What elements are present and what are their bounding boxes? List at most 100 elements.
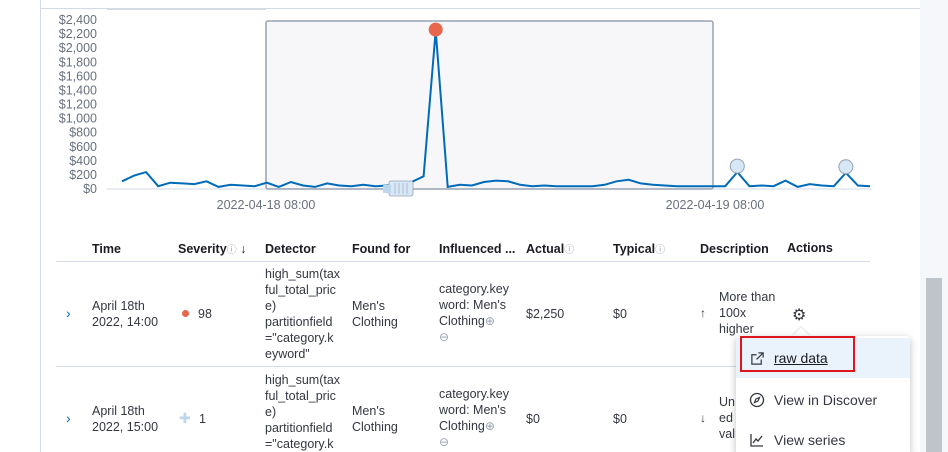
row-time: April 18th 2022, 15:00 [92, 403, 158, 435]
header-typical-label: Typical [613, 242, 656, 256]
expand-row-icon[interactable]: › [66, 305, 71, 321]
expand-row-icon[interactable]: › [66, 410, 71, 426]
gear-icon[interactable]: ⚙ [792, 305, 806, 325]
row-detector-line: high_sum(tax [265, 267, 341, 281]
row-influenced-line: word: Men's [439, 403, 506, 417]
row-found-for-line: Clothing [352, 420, 398, 434]
row-severity: 1 [199, 412, 206, 426]
scrollbar-thumb[interactable] [926, 278, 942, 452]
filter-remove-icon[interactable]: ⊖ [439, 330, 449, 344]
header-actions: Actions [787, 235, 833, 261]
row-detector-line: partitionfield [265, 421, 333, 435]
row-influenced-line: Clothing [439, 419, 485, 433]
row-description-line: val [719, 427, 735, 441]
info-icon: ⓘ [655, 245, 666, 256]
menu-item-view-series[interactable]: View series [736, 420, 910, 452]
header-description[interactable]: Description [700, 236, 769, 262]
header-time[interactable]: Time [92, 236, 121, 262]
row-detector-line: ful_total_pric [265, 389, 336, 403]
severity-critical-icon [182, 310, 189, 317]
header-time-label: Time [92, 242, 121, 256]
row-detector-line: partitionfield [265, 315, 333, 329]
x-tick-label: 2022-04-19 08:00 [666, 198, 765, 212]
sort-down-icon[interactable]: ↓ [240, 242, 246, 256]
y-tick-label: $1,000 [59, 112, 97, 126]
row-description-line: More than [719, 290, 776, 304]
header-description-label: Description [700, 242, 769, 256]
row-description: More than 100x higher [719, 289, 775, 337]
row-time-date: April 18th [92, 299, 145, 313]
filter-add-icon[interactable]: ⊕ [485, 314, 495, 328]
row-time-hour: 2022, 15:00 [92, 420, 159, 434]
row-influenced-line: Clothing [439, 314, 485, 328]
brush-selection[interactable] [265, 20, 714, 190]
menu-item-label: View series [774, 432, 846, 448]
header-influenced-label: Influenced ... [439, 242, 516, 256]
header-severity[interactable]: Severityⓘ ↓ [178, 236, 246, 262]
row-description-line: higher [719, 322, 754, 336]
row-detector-line: high_sum(tax [265, 373, 341, 387]
y-tick-label: $400 [69, 154, 97, 168]
y-axis: $2,400$2,200$2,000$1,800$1,600$1,400$1,2… [59, 13, 97, 196]
row-actual: $2,250 [526, 307, 565, 321]
row-description-line: Un [719, 395, 735, 409]
row-severity: 98 [198, 307, 212, 321]
header-influenced[interactable]: Influenced ... [439, 236, 515, 262]
row-time-hour: 2022, 14:00 [92, 315, 159, 329]
compass-icon [748, 391, 766, 409]
y-tick-label: $1,400 [59, 83, 97, 97]
y-tick-label: $1,200 [59, 98, 97, 112]
row-influenced-line: category.key [439, 282, 509, 296]
highlight-box [740, 336, 855, 372]
header-actual[interactable]: Actualⓘ [526, 236, 574, 262]
arrow-up-icon: ↑ [700, 306, 706, 320]
row-found-for: Men's Clothing [352, 403, 398, 435]
info-icon: ⓘ [226, 245, 237, 256]
y-tick-label: $1,800 [59, 55, 97, 69]
severity-low-icon: ✚ [179, 410, 191, 426]
row-found-for-line: Men's [352, 404, 385, 418]
row-detector: high_sum(tax ful_total_pric e) partition… [265, 266, 340, 362]
header-typical[interactable]: Typicalⓘ [613, 236, 665, 262]
row-found-for: Men's Clothing [352, 298, 398, 330]
header-detector-label: Detector [265, 242, 316, 256]
row-typical: $0 [613, 412, 627, 426]
header-actual-label: Actual [526, 242, 565, 256]
anomaly-marker-critical[interactable] [428, 22, 443, 37]
y-tick-label: $2,400 [59, 13, 97, 27]
header-severity-label: Severity [178, 242, 227, 256]
row-actual: $0 [526, 412, 540, 426]
x-axis-ticks: 2022-04-18 08:00 2022-04-19 08:00 [217, 198, 765, 212]
header-detector[interactable]: Detector [265, 236, 316, 262]
header-found-for[interactable]: Found for [352, 236, 410, 262]
row-influenced-line: category.key [439, 387, 509, 401]
anomaly-marker-low[interactable] [729, 158, 745, 174]
row-detector-line: ful_total_pric [265, 283, 336, 297]
anomaly-chart[interactable]: $2,400$2,200$2,000$1,800$1,600$1,400$1,2… [40, 0, 920, 225]
row-found-for-line: Clothing [352, 315, 398, 329]
menu-item-view-in-discover[interactable]: View in Discover [736, 380, 910, 420]
header-actions-label: Actions [787, 241, 833, 255]
row-typical: $0 [613, 307, 627, 321]
header-divider [56, 261, 870, 262]
row-time: April 18th 2022, 14:00 [92, 298, 158, 330]
y-tick-label: $800 [69, 126, 97, 140]
line-chart-icon [748, 431, 766, 449]
row-time-date: April 18th [92, 404, 145, 418]
row-description: Un ed val [719, 394, 735, 442]
y-tick-label: $600 [69, 140, 97, 154]
anomaly-marker-low[interactable] [838, 159, 854, 175]
arrow-down-icon: ↓ [700, 411, 706, 425]
filter-add-icon[interactable]: ⊕ [485, 419, 495, 433]
info-icon: ⓘ [564, 245, 575, 256]
row-influenced: category.key word: Men's Clothing⊕ ⊖ [439, 386, 509, 450]
row-detector-line: ="category.k [265, 437, 334, 451]
y-tick-label: $2,000 [59, 41, 97, 55]
y-tick-label: $1,600 [59, 69, 97, 83]
x-tick-label: 2022-04-18 08:00 [217, 198, 316, 212]
row-influenced: category.key word: Men's Clothing⊕ ⊖ [439, 281, 509, 345]
y-tick-label: $2,200 [59, 27, 97, 41]
row-description-line: 100x [719, 306, 747, 320]
filter-remove-icon[interactable]: ⊖ [439, 435, 449, 449]
row-detector: high_sum(tax ful_total_pric e) partition… [265, 372, 340, 452]
